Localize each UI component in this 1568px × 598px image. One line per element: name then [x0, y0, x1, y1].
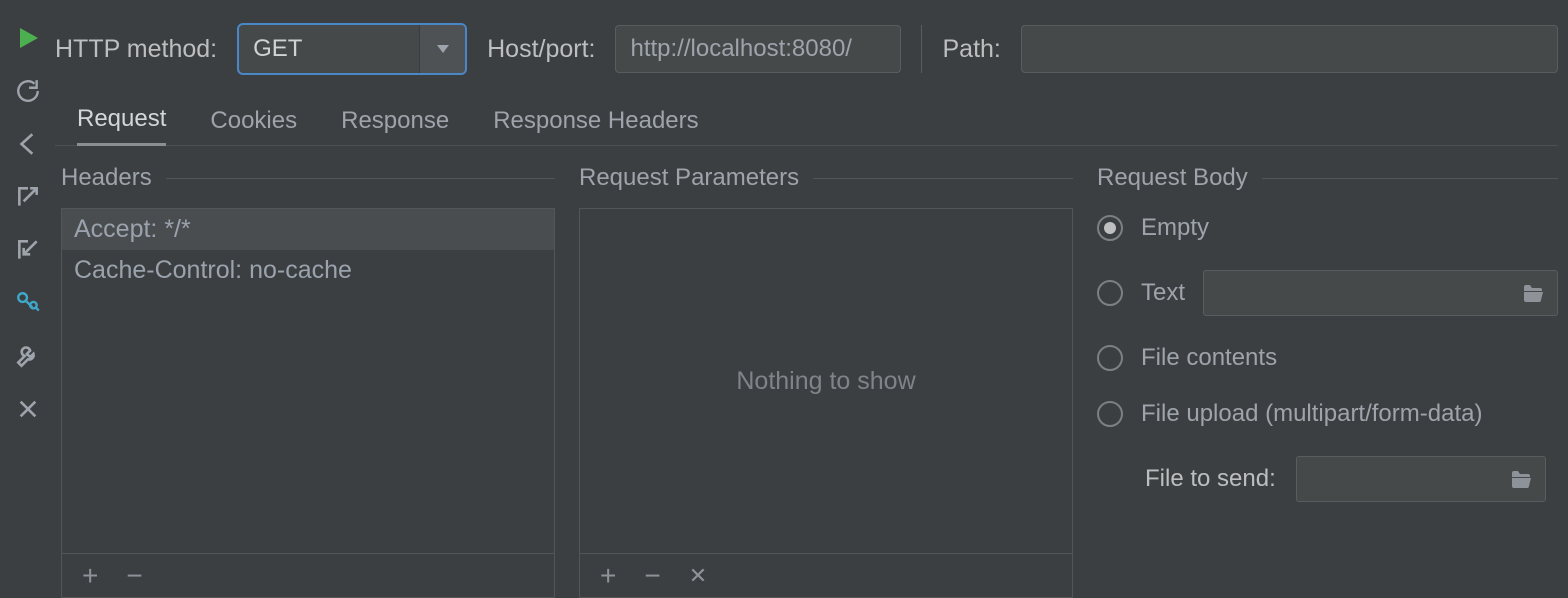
request-parameters-panel: Request Parameters Nothing to show + − ✕: [579, 164, 1073, 598]
close-icon[interactable]: [14, 395, 42, 423]
file-to-send-row: File to send:: [1145, 456, 1558, 502]
folder-icon[interactable]: [1519, 281, 1547, 305]
remove-icon[interactable]: −: [126, 562, 142, 590]
file-to-send-input[interactable]: [1296, 456, 1546, 502]
params-title: Request Parameters: [579, 164, 799, 192]
body-option-file-contents[interactable]: File contents: [1097, 344, 1558, 372]
request-body-panel: Request Body Empty Text: [1097, 164, 1558, 598]
host-port-label: Host/port:: [487, 35, 595, 64]
params-empty-text: Nothing to show: [580, 209, 1072, 553]
run-icon[interactable]: [14, 24, 42, 52]
export-icon[interactable]: [14, 183, 42, 211]
path-input[interactable]: [1021, 25, 1558, 73]
body-option-text[interactable]: Text: [1097, 270, 1558, 316]
path-label: Path:: [942, 35, 1000, 64]
file-to-send-label: File to send:: [1145, 465, 1276, 493]
http-method-label: HTTP method:: [55, 35, 217, 64]
add-icon[interactable]: +: [82, 562, 98, 590]
body-text-input[interactable]: [1203, 270, 1558, 316]
add-icon[interactable]: +: [600, 562, 616, 590]
tool-sidebar: [0, 0, 55, 598]
body-title: Request Body: [1097, 164, 1248, 192]
remove-icon[interactable]: −: [644, 562, 660, 590]
http-method-select[interactable]: GET: [237, 23, 467, 75]
import-icon[interactable]: [14, 236, 42, 264]
clear-icon[interactable]: ✕: [689, 565, 707, 587]
params-toolbar: + − ✕: [580, 553, 1072, 597]
host-port-input[interactable]: http://localhost:8080/: [615, 25, 901, 73]
http-method-value: GET: [239, 35, 419, 63]
tab-bar: Request Cookies Response Response Header…: [55, 98, 1558, 146]
params-list[interactable]: Nothing to show + − ✕: [579, 208, 1073, 598]
chevron-down-icon[interactable]: [419, 25, 465, 73]
list-item[interactable]: Cache-Control: no-cache: [62, 250, 554, 291]
tab-response-headers[interactable]: Response Headers: [493, 107, 698, 145]
separator: [921, 25, 922, 73]
tab-response[interactable]: Response: [341, 107, 449, 145]
folder-icon[interactable]: [1507, 467, 1535, 491]
request-config-row: HTTP method: GET Host/port: http://local…: [55, 0, 1558, 98]
headers-list[interactable]: Accept: */* Cache-Control: no-cache + −: [61, 208, 555, 598]
tab-cookies[interactable]: Cookies: [210, 107, 297, 145]
headers-toolbar: + −: [62, 553, 554, 597]
headers-panel: Headers Accept: */* Cache-Control: no-ca…: [61, 164, 555, 598]
radio-icon: [1097, 401, 1123, 427]
body-option-empty[interactable]: Empty: [1097, 214, 1558, 242]
radio-icon: [1097, 215, 1123, 241]
wrench-icon[interactable]: [14, 342, 42, 370]
keys-icon[interactable]: [14, 289, 42, 317]
refresh-icon[interactable]: [14, 77, 42, 105]
radio-icon: [1097, 280, 1123, 306]
list-item[interactable]: Accept: */*: [62, 209, 554, 250]
tab-request[interactable]: Request: [77, 105, 166, 146]
back-icon[interactable]: [14, 130, 42, 158]
headers-title: Headers: [61, 164, 152, 192]
radio-icon: [1097, 345, 1123, 371]
body-option-file-upload[interactable]: File upload (multipart/form-data): [1097, 400, 1558, 428]
